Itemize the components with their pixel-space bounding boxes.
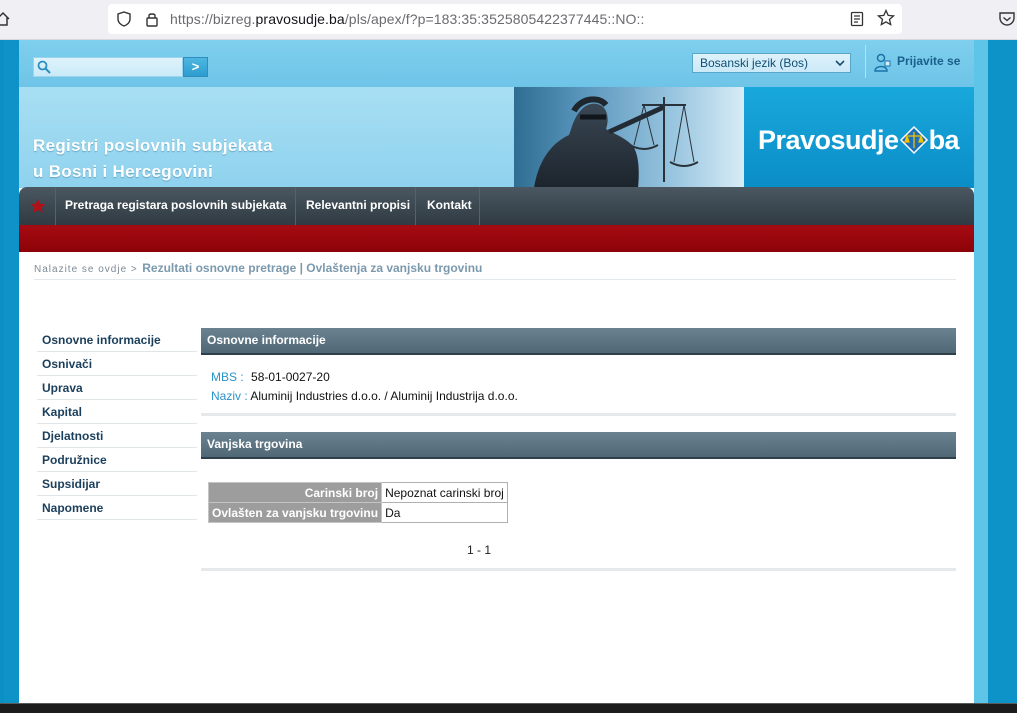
sidebar-item-capital[interactable]: Kapital xyxy=(37,400,197,424)
reader-view-icon[interactable] xyxy=(850,11,864,27)
nav-item-regulations[interactable]: Relevantni propisi xyxy=(306,198,410,212)
naziv-label: Naziv : xyxy=(211,389,248,403)
pagination-range: 1 - 1 xyxy=(467,543,492,557)
nav-item-search-registers[interactable]: Pretraga registara poslovnih subjekata xyxy=(65,198,286,212)
region-divider xyxy=(201,568,956,571)
brand-wordmark: Pravosudje ba xyxy=(758,125,960,156)
site-title-line-1: Registri poslovnih subjekata xyxy=(33,136,273,155)
url-path: /pls/apex/f?p=183:35:3525805422377445::N… xyxy=(344,11,645,27)
site-title-line-2: u Bosni i Hercegovini xyxy=(33,162,214,181)
nav-divider xyxy=(479,187,480,225)
brand-logo: Pravosudje ba xyxy=(744,87,974,188)
nav-divider xyxy=(55,187,56,225)
page-right-strip xyxy=(974,40,988,713)
foreign-trade-table: Carinski broj Nepoznat carinski broj Ovl… xyxy=(207,482,509,523)
breadcrumb-prefix: Nalazite se ovdje > xyxy=(34,264,138,275)
sidebar-item-branches[interactable]: Podružnice xyxy=(37,448,197,472)
language-select[interactable]: Bosanski jezik (Bos) xyxy=(692,53,851,73)
language-selected-value: Bosanski jezik (Bos) xyxy=(700,56,809,70)
sidebar-item-basic-info[interactable]: Osnovne informacije xyxy=(37,328,197,352)
chevron-down-icon xyxy=(835,60,845,67)
search-icon xyxy=(37,60,51,74)
sidebar-menu: Osnovne informacije Osnivači Uprava Kapi… xyxy=(37,328,197,520)
lock-icon[interactable] xyxy=(145,11,159,27)
header-banner: Registri poslovnih subjekata u Bosni i H… xyxy=(19,87,974,188)
url-domain: pravosudje.ba xyxy=(255,11,345,27)
basic-info-header: Osnovne informacije xyxy=(201,328,956,355)
url-prefix: https://bizreg. xyxy=(170,11,256,27)
search-go-button[interactable]: > xyxy=(183,57,208,77)
search-input[interactable] xyxy=(54,59,182,75)
pocket-icon[interactable] xyxy=(998,10,1016,28)
page-background: > Bosanski jezik (Bos) Prijavite se Regi… xyxy=(0,40,1017,713)
url-text[interactable]: https://bizreg.pravosudje.ba/pls/apex/f?… xyxy=(170,11,645,27)
shield-icon[interactable] xyxy=(117,11,131,27)
search-box xyxy=(33,57,183,77)
site-wrapper: > Bosanski jezik (Bos) Prijavite se Regi… xyxy=(19,40,974,703)
trade-authorized-label: Ovlašten za vanjsku trgovinu xyxy=(207,502,383,523)
naziv-row: Naziv : Aluminij Industries d.o.o. / Alu… xyxy=(211,389,518,403)
breadcrumb-current: Rezultati osnovne pretrage | Ovlaštenja … xyxy=(142,261,483,275)
address-bar[interactable]: https://bizreg.pravosudje.ba/pls/apex/f?… xyxy=(108,4,902,34)
top-bar: > Bosanski jezik (Bos) Prijavite se xyxy=(19,40,974,87)
browser-toolbar: https://bizreg.pravosudje.ba/pls/apex/f?… xyxy=(0,0,1017,40)
naziv-value: Aluminij Industries d.o.o. / Aluminij In… xyxy=(250,389,518,403)
foreign-trade-header: Vanjska trgovina xyxy=(201,432,956,459)
brand-text-right: ba xyxy=(928,125,960,155)
breadcrumb: Nalazite se ovdje > Rezultati osnovne pr… xyxy=(34,259,956,280)
mbs-label: MBS : xyxy=(211,370,244,384)
sidebar-item-management[interactable]: Uprava xyxy=(37,376,197,400)
scales-logo-icon xyxy=(899,125,928,155)
home-icon[interactable] xyxy=(0,10,10,28)
justice-statue-image xyxy=(514,87,744,188)
user-icon[interactable] xyxy=(874,53,891,73)
login-link[interactable]: Prijavite se xyxy=(897,54,960,68)
table-row: Ovlašten za vanjsku trgovinu Da xyxy=(207,502,509,523)
nav-item-contact[interactable]: Kontakt xyxy=(427,198,472,212)
region-divider xyxy=(201,413,956,416)
bookmark-star-icon[interactable] xyxy=(877,9,895,27)
site-title: Registri poslovnih subjekata u Bosni i H… xyxy=(33,133,273,185)
accent-red-bar xyxy=(19,225,974,252)
mbs-value: 58-01-0027-20 xyxy=(251,370,330,384)
table-row: Carinski broj Nepoznat carinski broj xyxy=(207,482,509,503)
nav-divider xyxy=(415,187,416,225)
home-star-icon[interactable] xyxy=(29,198,47,214)
justice-statue-illustration xyxy=(534,96,699,188)
trade-authorized-value: Da xyxy=(381,502,509,523)
page-left-edge xyxy=(0,40,4,713)
sidebar-item-founders[interactable]: Osnivači xyxy=(37,352,197,376)
customs-number-label: Carinski broj xyxy=(207,482,383,503)
sidebar-item-notes[interactable]: Napomene xyxy=(37,496,197,520)
sidebar-item-subsidiary[interactable]: Supsidijar xyxy=(37,472,197,496)
mbs-row: MBS : 58-01-0027-20 xyxy=(211,370,330,384)
main-navigation: Pretraga registara poslovnih subjekata R… xyxy=(19,187,974,225)
customs-number-value: Nepoznat carinski broj xyxy=(381,482,509,503)
taskbar xyxy=(0,704,1017,713)
brand-text-left: Pravosudje xyxy=(758,125,899,155)
topbar-divider xyxy=(865,45,866,78)
nav-divider xyxy=(295,187,296,225)
sidebar-item-activities[interactable]: Djelatnosti xyxy=(37,424,197,448)
